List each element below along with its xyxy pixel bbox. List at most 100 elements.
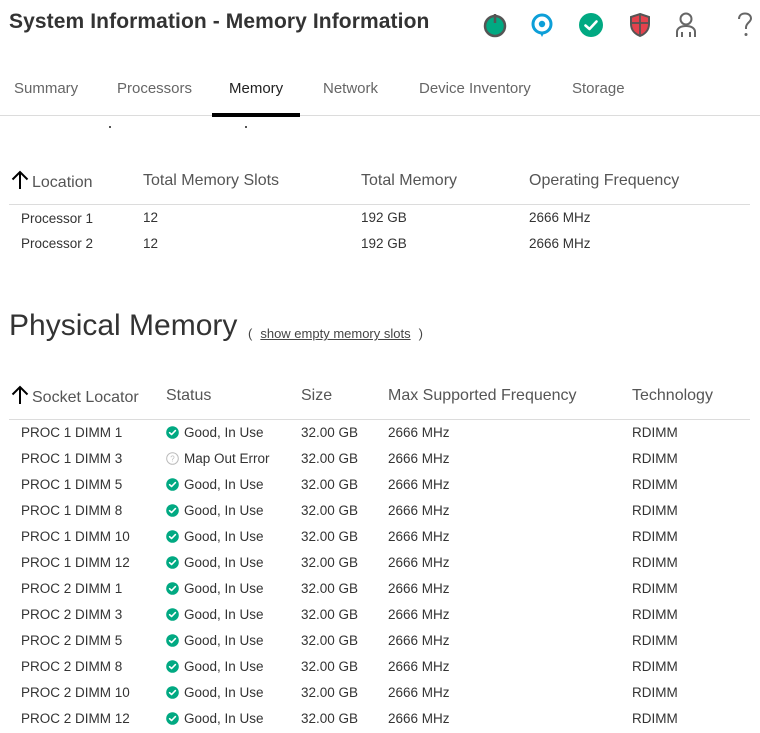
column-header-size[interactable]: Size [301,373,388,420]
page-title: System Information - Memory Information [9,10,430,33]
table-row: PROC 1 DIMM 1 Good, In Use 32.00 GB 2666 MH… [9,419,750,445]
cell-max-supported-frequency: 2666 MHz [388,476,450,492]
cell-socket-locator: PROC 1 DIMM 10 [21,528,130,544]
tab-device-inventory[interactable]: Device Inventory [419,80,531,116]
cell-size: 32.00 GB [301,710,359,726]
column-header-total-memory[interactable]: Total Memory [361,158,529,205]
cell-max-supported-frequency: 2666 MHz [388,580,450,596]
tab-storage[interactable]: Storage [572,80,625,116]
cell-status: Good, In Use [166,549,301,575]
table-row: PROC 1 DIMM 8 Good, In Use 32.00 GB 2666 MH… [9,497,750,523]
table-row: PROC 2 DIMM 1 Good, In Use 32.00 GB 2666 MH… [9,575,750,601]
status-ok-icon [166,685,179,699]
cell-size: 32.00 GB [301,554,359,570]
status-ok-icon [166,477,179,491]
memory-summary-table: Location Total Memory Slots Total Memory… [9,158,750,256]
tab-processors[interactable]: Processors [117,80,192,116]
cell-size: 32.00 GB [301,658,359,674]
cell-size: 32.00 GB [301,502,359,518]
cell-status: Good, In Use [166,497,301,523]
column-header-location[interactable]: Location [9,158,143,205]
cell-size: 32.00 GB [301,632,359,648]
cell-status: Good, In Use [166,653,301,679]
sort-ascending-icon[interactable] [9,169,31,191]
cell-socket-locator: PROC 1 DIMM 5 [21,476,123,492]
cell-operating-frequency: 2666 MHz [529,209,591,225]
cell-socket-locator: PROC 1 DIMM 3 [21,450,123,466]
cell-socket-locator: PROC 2 DIMM 1 [21,580,123,596]
table-row: PROC 1 DIMM 10 Good, In Use 32.00 GB 2666 M… [9,523,750,549]
cell-socket-locator: PROC 1 DIMM 1 [21,424,123,440]
cell-max-supported-frequency: 2666 MHz [388,554,450,570]
cell-total-memory-slots: 12 [143,209,159,225]
cell-location: Processor 2 [21,235,94,251]
table-row: PROC 1 DIMM 12 Good, In Use 32.00 GB 2666 M… [9,549,750,575]
physical-memory-table: Socket Locator Status Size Max Supported… [9,373,750,731]
cell-size: 32.00 GB [301,424,359,440]
user-icon[interactable] [671,10,701,40]
table-row: Processor 1 12 192 GB 2666 MHz [9,204,750,230]
power-icon[interactable] [480,10,510,40]
status-ok-icon [166,503,179,517]
sort-ascending-icon[interactable] [9,384,31,406]
table-header-row: Socket Locator Status Size Max Supported… [9,373,750,420]
tab-memory[interactable]: Memory [211,80,301,117]
cell-max-supported-frequency: 2666 MHz [388,606,450,622]
clipped-text-fragment [245,126,247,128]
table-row: PROC 2 DIMM 8 Good, In Use 32.00 GB 2666 MH… [9,653,750,679]
cell-max-supported-frequency: 2666 MHz [388,658,450,674]
status-ok-icon [166,555,179,569]
column-header-socket-locator[interactable]: Socket Locator [9,373,166,420]
cell-socket-locator: PROC 2 DIMM 8 [21,658,123,674]
cell-technology: RDIMM [632,658,678,674]
health-ok-icon[interactable] [576,10,606,40]
cell-technology: RDIMM [632,580,678,596]
cell-status: Good, In Use [166,523,301,549]
cell-socket-locator: PROC 2 DIMM 10 [21,684,130,700]
cell-technology: RDIMM [632,450,678,466]
cell-max-supported-frequency: 2666 MHz [388,684,450,700]
svg-text:?: ? [170,454,175,463]
cell-operating-frequency: 2666 MHz [529,235,591,251]
column-header-operating-frequency[interactable]: Operating Frequency [529,158,750,205]
status-ok-icon [166,529,179,543]
header-status-icons [480,10,760,40]
cell-technology: RDIMM [632,502,678,518]
cell-size: 32.00 GB [301,450,359,466]
cell-size: 32.00 GB [301,606,359,622]
cell-technology: RDIMM [632,684,678,700]
tab-summary[interactable]: Summary [14,80,78,116]
status-unknown-icon: ? [166,451,179,465]
status-ok-icon [166,633,179,647]
security-shield-icon[interactable] [625,10,655,40]
column-header-max-supported-frequency[interactable]: Max Supported Frequency [388,373,632,420]
cell-status: Good, In Use [166,601,301,627]
status-ok-icon [166,607,179,621]
table-row: PROC 1 DIMM 5 Good, In Use 32.00 GB 2666 MH… [9,471,750,497]
cell-status: Good, In Use [166,679,301,705]
status-ok-icon [166,581,179,595]
table-header-row: Location Total Memory Slots Total Memory… [9,158,750,205]
column-header-technology[interactable]: Technology [632,373,750,420]
empty-slots-toggle: (show empty memory slots) [248,326,423,341]
table-row: PROC 2 DIMM 5 Good, In Use 32.00 GB 2666 MH… [9,627,750,653]
column-header-total-memory-slots[interactable]: Total Memory Slots [143,158,361,205]
cell-total-memory: 192 GB [361,209,407,225]
cell-socket-locator: PROC 1 DIMM 8 [21,502,123,518]
column-header-status[interactable]: Status [166,373,301,420]
show-empty-memory-slots-link[interactable]: show empty memory slots [260,326,410,341]
table-row: PROC 2 DIMM 3 Good, In Use 32.00 GB 2666 MH… [9,601,750,627]
cell-status: Good, In Use [166,471,301,497]
cell-technology: RDIMM [632,632,678,648]
cell-status: Good, In Use [166,627,301,653]
cell-technology: RDIMM [632,554,678,570]
cell-max-supported-frequency: 2666 MHz [388,632,450,648]
page-header: System Information - Memory Information [0,0,760,50]
help-icon[interactable] [730,10,760,40]
cell-status: Good, In Use [166,575,301,601]
cell-technology: RDIMM [632,476,678,492]
physical-memory-title: Physical Memory [9,309,238,342]
cell-socket-locator: PROC 1 DIMM 12 [21,554,130,570]
tab-network[interactable]: Network [323,80,378,116]
location-icon[interactable] [527,10,557,40]
